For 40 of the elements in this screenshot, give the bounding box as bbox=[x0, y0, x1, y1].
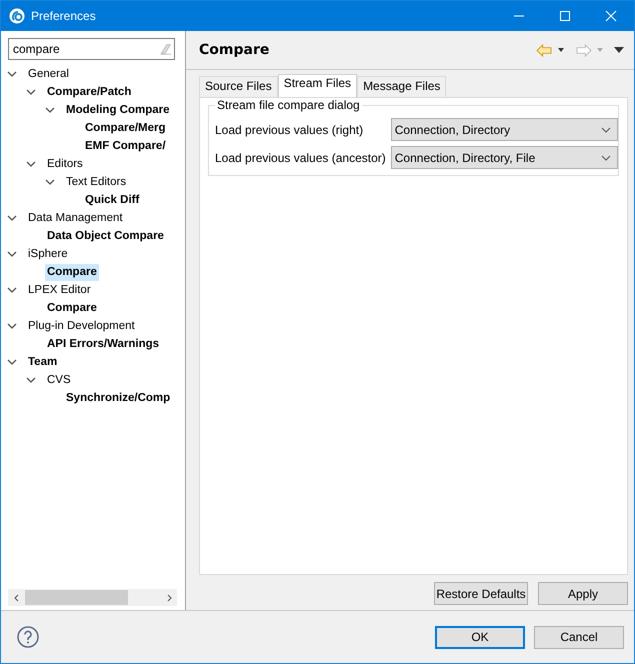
tab[interactable]: Stream Files bbox=[278, 74, 358, 97]
tree-item[interactable]: API Errors/Warnings bbox=[45, 336, 162, 352]
help-icon[interactable] bbox=[17, 626, 39, 648]
tree-item[interactable]: Synchronize/Comp bbox=[64, 390, 172, 406]
window-title: Preferences bbox=[31, 9, 96, 23]
button[interactable]: Apply bbox=[538, 582, 628, 605]
tree-item[interactable]: Compare bbox=[45, 264, 99, 280]
scroll-thumb[interactable] bbox=[25, 590, 128, 605]
page-title: Compare bbox=[199, 42, 270, 58]
app-icon bbox=[9, 8, 25, 24]
tree-item[interactable]: Text Editors bbox=[64, 174, 128, 190]
view-menu-icon[interactable] bbox=[614, 46, 624, 54]
field-label: Load previous values (right) bbox=[215, 122, 364, 136]
filter-field[interactable]: compare bbox=[8, 38, 175, 60]
field-label: Load previous values (ancestor) bbox=[215, 150, 386, 164]
tree-item[interactable]: Data Management bbox=[26, 210, 125, 226]
button[interactable]: OK bbox=[435, 626, 525, 648]
tree-item[interactable]: General bbox=[26, 66, 71, 82]
tree-item[interactable]: LPEX Editor bbox=[26, 282, 93, 298]
horizontal-scrollbar[interactable] bbox=[8, 589, 177, 606]
button[interactable]: Cancel bbox=[534, 626, 624, 648]
tree-item[interactable]: Editors bbox=[45, 156, 85, 172]
tree-item[interactable]: EMF Compare/ bbox=[83, 138, 168, 154]
tree-item[interactable]: Plug-in Development bbox=[26, 318, 137, 334]
tree-item[interactable]: Modeling Compare bbox=[64, 102, 172, 118]
group-title: Stream file compare dialog bbox=[215, 98, 362, 112]
tree-item[interactable]: Team bbox=[26, 354, 60, 370]
tree-item[interactable]: Compare bbox=[45, 300, 99, 316]
tree-item[interactable]: Data Object Compare bbox=[45, 228, 166, 244]
dropdown-icon[interactable] bbox=[557, 46, 565, 54]
button[interactable]: Restore Defaults bbox=[434, 582, 528, 605]
tab[interactable]: Source Files bbox=[199, 76, 278, 97]
tree-item[interactable]: Compare/Merg bbox=[83, 120, 168, 136]
tree-item[interactable]: Quick Diff bbox=[83, 192, 142, 208]
tab[interactable]: Message Files bbox=[357, 76, 446, 97]
tree-item[interactable]: Compare/Patch bbox=[45, 84, 134, 100]
dropdown-field[interactable]: Connection, Directory bbox=[390, 118, 618, 141]
tree-item[interactable]: iSphere bbox=[26, 246, 70, 262]
dropdown-field[interactable]: Connection, Directory, File bbox=[390, 146, 618, 169]
tree-item[interactable]: CVS bbox=[45, 372, 73, 388]
